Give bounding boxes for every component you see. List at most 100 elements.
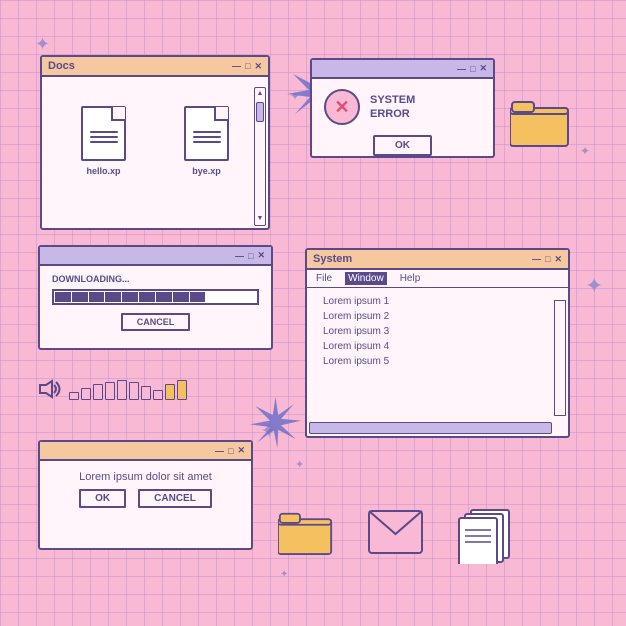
list-item[interactable]: Lorem ipsum 5 — [323, 354, 552, 369]
docs-window: Docs — □ ✕ hello.xp — [40, 55, 270, 230]
volume-control — [38, 378, 187, 400]
sparkle-icon: ✦ — [260, 420, 278, 442]
sparkle-icon: ✦ — [295, 460, 304, 471]
system-menubar: File Window Help — [307, 270, 568, 288]
speaker-icon — [38, 379, 64, 399]
system-body: Lorem ipsum 1 Lorem ipsum 2 Lorem ipsum … — [307, 288, 568, 375]
lorem-dialog: — □ ✕ Lorem ipsum dolor sit amet OK CANC… — [38, 440, 253, 550]
folder-svg — [278, 510, 333, 556]
eq-bar — [153, 390, 163, 400]
download-titlebar: — □ ✕ — [40, 247, 271, 266]
folder-svg — [510, 98, 570, 148]
ok-button[interactable]: OK — [79, 489, 126, 508]
system-titlebar: System — □ ✕ — [307, 250, 568, 270]
list-item[interactable]: Lorem ipsum 1 — [323, 294, 552, 309]
error-ok-button[interactable]: OK — [373, 135, 432, 156]
eq-bar — [141, 386, 151, 400]
folder-icon[interactable] — [278, 510, 333, 561]
scroll-up-arrow[interactable]: ▲ — [257, 88, 264, 100]
envelope-svg — [368, 510, 423, 554]
file-item[interactable]: hello.xp — [81, 106, 126, 176]
doc-icon — [184, 106, 229, 161]
progress-seg — [105, 292, 121, 302]
menu-file[interactable]: File — [313, 272, 335, 285]
list-item[interactable]: Lorem ipsum 2 — [323, 309, 552, 324]
sparkle-icon: ✦ — [35, 35, 50, 53]
maximize-icon[interactable]: □ — [545, 254, 550, 264]
list-item[interactable]: Lorem ipsum 4 — [323, 339, 552, 354]
minimize-icon[interactable]: — — [457, 64, 466, 74]
eq-bar — [69, 392, 79, 400]
maximize-icon[interactable]: □ — [470, 64, 475, 74]
progress-seg-empty — [206, 292, 222, 302]
lorem-titlebar: — □ ✕ — [40, 442, 251, 461]
minimize-icon[interactable]: — — [232, 61, 241, 71]
eq-bar — [129, 382, 139, 400]
progress-seg — [55, 292, 71, 302]
progress-seg — [122, 292, 138, 302]
error-message: SYSTEM ERROR — [370, 93, 415, 122]
menu-help[interactable]: Help — [397, 272, 424, 285]
lorem-buttons: OK CANCEL — [54, 489, 237, 508]
sparkle-icon: ✦ — [580, 145, 590, 157]
sparkle-icon: ✦ — [280, 570, 288, 580]
list-item[interactable]: Lorem ipsum 3 — [323, 324, 552, 339]
star-burst-icon — [248, 395, 303, 450]
eq-bar — [105, 382, 115, 400]
error-x-icon: ✕ — [324, 89, 360, 125]
error-dialog: — □ ✕ ✕ SYSTEM ERROR OK — [310, 58, 495, 158]
eq-bar — [117, 380, 127, 400]
docs-scrollbar[interactable]: ▲ ▼ — [254, 87, 266, 226]
progress-bar — [52, 289, 259, 305]
download-controls: — □ ✕ — [235, 250, 265, 261]
maximize-icon[interactable]: □ — [248, 251, 253, 261]
close-icon[interactable]: ✕ — [237, 445, 245, 456]
stacked-docs-icon[interactable] — [455, 502, 517, 569]
scroll-down-arrow[interactable]: ▼ — [257, 213, 264, 225]
lorem-controls: — □ ✕ — [215, 445, 245, 456]
lorem-text: Lorem ipsum dolor sit amet OK CANCEL — [40, 461, 251, 516]
eq-bar-active — [165, 384, 175, 400]
system-title: System — [313, 253, 352, 265]
download-window: — □ ✕ DOWNLOADING... CANCEL — [38, 245, 273, 350]
close-icon[interactable]: ✕ — [257, 250, 265, 261]
progress-seg-empty — [223, 292, 239, 302]
cancel-button[interactable]: CANCEL — [121, 313, 191, 331]
envelope-icon[interactable] — [368, 510, 423, 559]
progress-seg — [72, 292, 88, 302]
error-body: ✕ SYSTEM ERROR — [312, 79, 493, 135]
system-hscrollbar[interactable] — [309, 422, 552, 434]
folder-icon[interactable] — [510, 98, 570, 153]
progress-seg-empty — [240, 292, 256, 302]
error-controls: — □ ✕ — [457, 63, 487, 74]
progress-seg — [139, 292, 155, 302]
equalizer-bars — [69, 378, 187, 400]
menu-window[interactable]: Window — [345, 272, 387, 285]
minimize-icon[interactable]: — — [532, 254, 541, 264]
sparkle-icon: ✦ — [290, 90, 300, 102]
file-item[interactable]: bye.xp — [184, 106, 229, 176]
close-icon[interactable]: ✕ — [479, 63, 487, 74]
eq-bar-active — [177, 380, 187, 400]
minimize-icon[interactable]: — — [235, 251, 244, 261]
system-controls: — □ ✕ — [532, 253, 562, 265]
maximize-icon[interactable]: □ — [228, 446, 233, 456]
progress-bar-inner — [54, 291, 257, 303]
close-icon[interactable]: ✕ — [254, 61, 262, 72]
maximize-icon[interactable]: □ — [245, 61, 250, 71]
eq-bar — [93, 384, 103, 400]
docs-controls: — □ ✕ — [232, 61, 262, 72]
progress-seg — [89, 292, 105, 302]
file-label: bye.xp — [192, 166, 221, 176]
progress-seg — [156, 292, 172, 302]
download-body: DOWNLOADING... CANCEL — [40, 266, 271, 339]
minimize-icon[interactable]: — — [215, 446, 224, 456]
close-icon[interactable]: ✕ — [554, 254, 562, 265]
error-titlebar: — □ ✕ — [312, 60, 493, 79]
cancel-button[interactable]: CANCEL — [138, 489, 212, 508]
system-scrollbar[interactable] — [554, 300, 566, 416]
sparkle-icon: ✦ — [585, 275, 603, 297]
doc-icon — [81, 106, 126, 161]
scroll-thumb — [256, 102, 264, 122]
docs-titlebar: Docs — □ ✕ — [42, 57, 268, 77]
